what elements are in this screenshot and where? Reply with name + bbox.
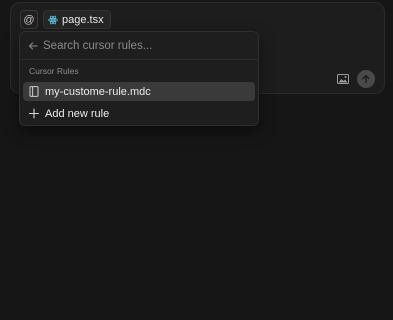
send-button[interactable] <box>357 70 375 88</box>
file-chip-label: page.tsx <box>62 13 104 26</box>
at-symbol: @ <box>23 13 35 26</box>
context-chip-row: @ page.tsx <box>20 10 111 29</box>
search-row <box>28 37 250 55</box>
add-new-rule-label: Add new rule <box>45 107 110 120</box>
cursor-rules-dropdown: Cursor Rules my-custome-rule.mdc Add new… <box>19 31 259 126</box>
arrow-up-icon <box>362 74 370 84</box>
plus-icon <box>29 108 39 119</box>
divider <box>20 59 258 60</box>
rule-item-my-custome-rule[interactable]: my-custome-rule.mdc <box>23 82 255 101</box>
section-header: Cursor Rules <box>29 66 79 76</box>
add-new-rule-item[interactable]: Add new rule <box>23 104 255 123</box>
image-icon[interactable] <box>337 74 349 84</box>
react-icon <box>48 15 58 25</box>
search-rules-input[interactable] <box>43 40 233 52</box>
rule-item-label: my-custome-rule.mdc <box>45 85 151 98</box>
composer-actions <box>337 70 375 88</box>
arrow-left-icon[interactable] <box>28 41 38 51</box>
document-icon <box>29 86 39 97</box>
file-context-chip[interactable]: page.tsx <box>43 10 111 29</box>
mention-button[interactable]: @ <box>20 10 38 29</box>
